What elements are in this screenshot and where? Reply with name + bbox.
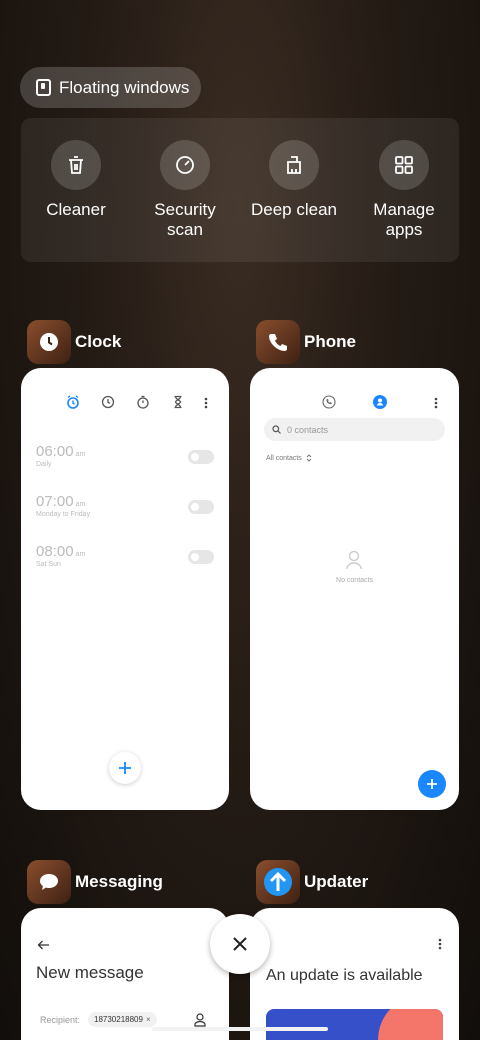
updater-card[interactable]: An update is available — [250, 908, 459, 1040]
alarm-ampm: am — [75, 551, 86, 558]
deep-clean-label: Deep clean — [250, 200, 337, 219]
close-all-button[interactable] — [210, 914, 270, 974]
grid-icon — [379, 140, 429, 190]
phone-app-name: Phone — [304, 332, 356, 351]
clock-app-icon — [27, 320, 71, 364]
phone-more-icon[interactable] — [434, 396, 438, 414]
clock-card[interactable]: 06:00 am Daily 07:00 am Monday to Friday 0… — [21, 368, 229, 810]
sort-arrows-icon — [306, 454, 312, 462]
messaging-app-name: Messaging — [75, 872, 163, 891]
alarm-time: 07:00 — [36, 493, 74, 510]
manage-apps-label: Manage apps — [373, 200, 435, 239]
updater-app-header[interactable]: Updater — [256, 860, 368, 904]
floating-windows-label: Floating windows — [59, 77, 190, 97]
home-indicator[interactable] — [152, 1027, 328, 1031]
deep-clean-button[interactable]: Deep clean — [239, 140, 349, 220]
manage-apps-button[interactable]: Manage apps — [349, 140, 459, 240]
cleaner-label: Cleaner — [46, 200, 106, 219]
contacts-tab-icon[interactable] — [373, 395, 387, 409]
security-scan-icon — [160, 140, 210, 190]
contacts-search-input[interactable]: 0 contacts — [264, 418, 445, 441]
alarm-ampm: am — [75, 501, 86, 508]
remove-chip-icon[interactable]: × — [146, 1015, 151, 1024]
clock-app-header[interactable]: Clock — [27, 320, 121, 364]
deep-clean-icon — [269, 140, 319, 190]
dialer-tab-icon[interactable] — [322, 395, 336, 414]
add-contact-button[interactable] — [418, 770, 446, 798]
alarm-ampm: am — [75, 451, 86, 458]
back-arrow-icon[interactable] — [37, 937, 50, 955]
close-icon — [233, 937, 247, 951]
updater-more-icon[interactable] — [438, 937, 442, 955]
security-scan-label: Security scan — [154, 200, 216, 239]
search-placeholder: 0 contacts — [287, 424, 329, 435]
alarm-toggle[interactable] — [188, 550, 214, 564]
floating-windows-button[interactable]: Floating windows — [20, 67, 201, 108]
messaging-app-icon — [27, 860, 71, 904]
stopwatch-tab-icon — [136, 395, 150, 414]
filter-label: All contacts — [266, 454, 302, 462]
timer-tab-icon — [171, 395, 185, 414]
cleaner-button[interactable]: Cleaner — [21, 140, 131, 220]
messaging-app-header[interactable]: Messaging — [27, 860, 163, 904]
add-alarm-button[interactable] — [109, 752, 141, 784]
person-icon — [345, 550, 363, 575]
update-title: An update is available — [266, 967, 423, 984]
update-banner — [266, 1009, 443, 1040]
search-icon — [272, 425, 281, 434]
empty-state-text: No contacts — [336, 577, 373, 584]
phone-app-icon — [256, 320, 300, 364]
alarm-toggle[interactable] — [188, 500, 214, 514]
banner-shape — [378, 1009, 443, 1040]
clock-more-icon[interactable] — [204, 396, 208, 414]
phone-app-header[interactable]: Phone — [256, 320, 356, 364]
updater-app-name: Updater — [304, 872, 369, 891]
alarm-repeat: Sat Sun — [36, 561, 61, 568]
alarm-tab-icon — [66, 395, 80, 414]
alarm-time: 08:00 — [36, 543, 74, 560]
quick-tools-panel: Cleaner Security scan Deep clean Manage … — [21, 118, 459, 262]
updater-app-icon — [256, 860, 300, 904]
new-message-title: New message — [36, 963, 144, 982]
clock-tab-icon — [101, 395, 115, 414]
alarm-repeat: Monday to Friday — [36, 511, 91, 518]
recipient-number: 18730218809 — [94, 1015, 143, 1024]
plus-icon — [119, 762, 131, 774]
phone-card[interactable]: 0 contacts All contacts No contacts — [250, 368, 459, 810]
messaging-card[interactable]: New message Recipient: 18730218809 × — [21, 908, 229, 1040]
contacts-filter[interactable]: All contacts — [266, 454, 312, 462]
recipient-chip[interactable]: 18730218809 × — [88, 1012, 157, 1027]
floating-window-icon — [36, 79, 51, 96]
alarm-repeat: Daily — [36, 461, 52, 468]
security-scan-button[interactable]: Security scan — [130, 140, 240, 240]
clock-app-name: Clock — [75, 332, 122, 351]
plus-icon — [427, 779, 437, 789]
alarm-toggle[interactable] — [188, 450, 214, 464]
alarm-time: 06:00 — [36, 443, 74, 460]
trash-icon — [51, 140, 101, 190]
recipient-label: Recipient: — [40, 1015, 81, 1025]
